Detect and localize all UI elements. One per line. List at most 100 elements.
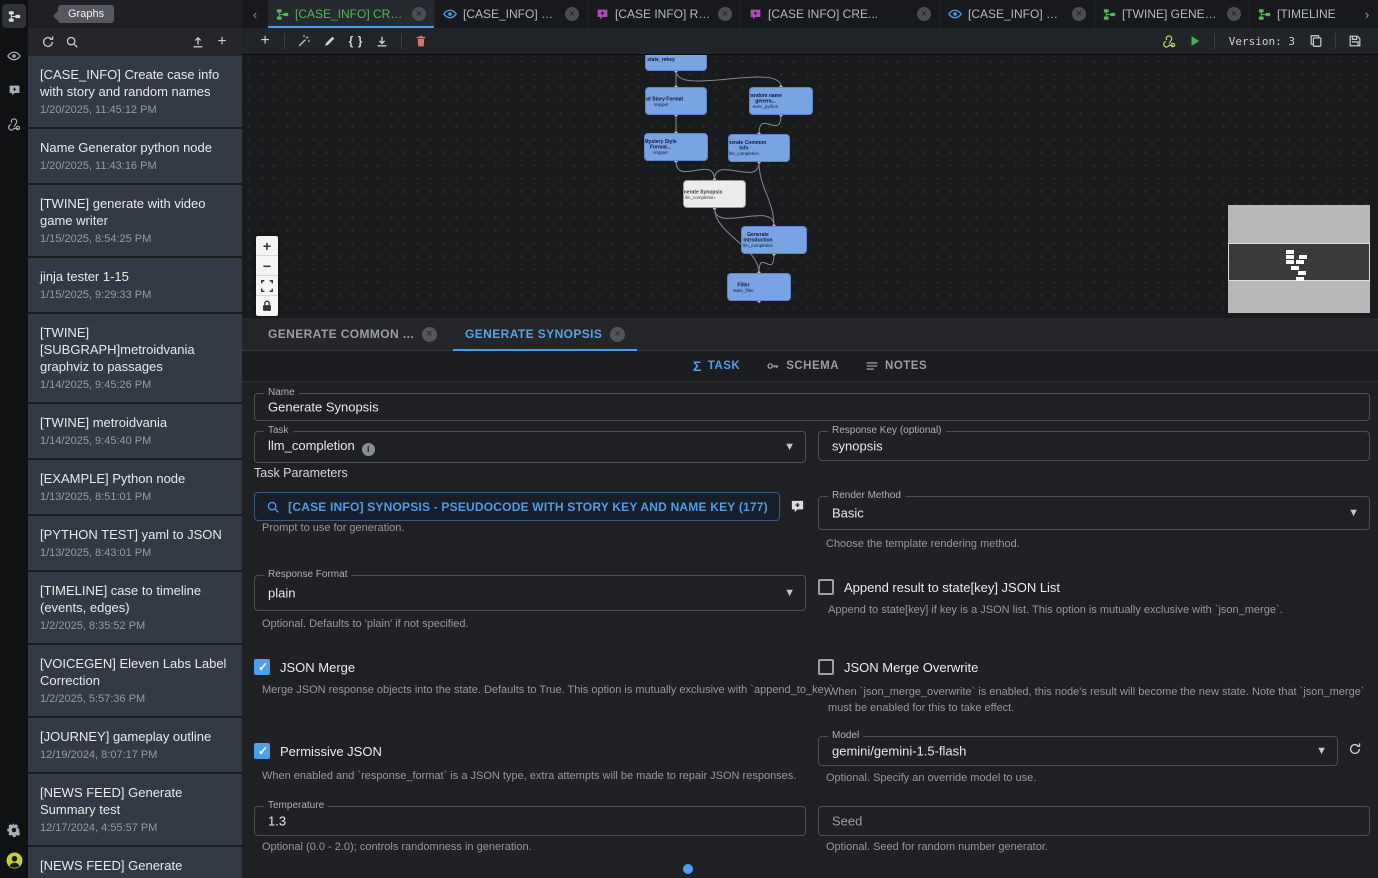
run-button[interactable] — [1182, 30, 1208, 52]
model-select[interactable]: Model gemini/gemini-1.5-flash ▼ — [818, 736, 1338, 766]
graph-node-state_rekey[interactable]: state_rekey — [645, 55, 707, 71]
info-icon[interactable]: i — [362, 443, 375, 456]
subtab-notes[interactable]: NOTES — [865, 359, 927, 373]
fit-view-button[interactable] — [256, 276, 278, 296]
download-button[interactable] — [369, 30, 395, 52]
add-graph-icon[interactable]: + — [210, 31, 234, 53]
close-icon[interactable]: × — [412, 7, 426, 21]
json-merge-overwrite-checkbox-row[interactable]: JSON Merge Overwrite — [818, 659, 978, 675]
zoom-in-button[interactable]: + — [256, 236, 278, 256]
graph-list-item[interactable]: [NEWS FEED] Generate Summary12/17/2024, … — [28, 847, 242, 878]
name-field[interactable]: Name Generate Synopsis — [254, 393, 1370, 421]
editor-tab[interactable]: [CASE_INFO] CRE...× — [940, 0, 1095, 28]
rail-hooks-icon[interactable] — [2, 112, 26, 136]
checkbox[interactable] — [818, 659, 834, 675]
graph-list-item[interactable]: [TWINE][SUBGRAPH]metroidvania graphviz t… — [28, 314, 242, 402]
webhook-button[interactable] — [1156, 30, 1182, 52]
close-icon[interactable]: × — [1072, 7, 1086, 21]
copy-icon[interactable] — [1303, 30, 1329, 52]
edit-button[interactable] — [317, 30, 343, 52]
graph-node-random_name[interactable]: random name genera...exec_python — [749, 87, 813, 115]
task-label: Task — [264, 425, 293, 436]
graph-list-item[interactable]: [CASE_INFO] Create case info with story … — [28, 56, 242, 127]
graph-list-item[interactable]: [JOURNEY] gameplay outline12/19/2024, 8:… — [28, 718, 242, 772]
prompt-comment-button[interactable] — [788, 497, 806, 515]
graph-item-title: [TWINE] generate with video game writer — [40, 195, 230, 229]
prompt-select-button[interactable]: [CASE INFO] SYNOPSIS - PSEUDOCODE WITH S… — [254, 492, 780, 521]
subtab-schema[interactable]: SCHEMA — [766, 359, 839, 373]
lock-button[interactable] — [256, 296, 278, 316]
editor-tab[interactable]: [CASE INFO] CRE...× — [741, 0, 940, 28]
scroll-indicator-dot[interactable] — [683, 864, 693, 874]
node-tabs: GENERATE COMMON ... × GENERATE SYNOPSIS … — [242, 318, 1378, 351]
node-label: Filterstate_filter — [727, 282, 767, 293]
tabs-scroll-left-icon[interactable]: ‹ — [242, 0, 268, 28]
graph-list-item[interactable]: jinja tester 1-151/15/2025, 9:29:33 PM — [28, 258, 242, 312]
close-icon[interactable]: × — [610, 327, 625, 342]
task-parameters-label: Task Parameters — [254, 466, 348, 480]
checkbox[interactable] — [818, 579, 834, 595]
zoom-out-button[interactable]: − — [256, 256, 278, 276]
key-icon — [766, 359, 780, 373]
graph-node-load_story[interactable]: Load Story Formatsnippet — [645, 87, 707, 115]
json-view-button[interactable]: { } — [343, 30, 369, 52]
close-icon[interactable]: × — [1227, 7, 1241, 21]
close-icon[interactable]: × — [422, 327, 437, 342]
graph-list-item[interactable]: [PYTHON TEST] yaml to JSON1/13/2025, 8:4… — [28, 516, 242, 570]
tabs-scroll-right-icon[interactable]: › — [1356, 0, 1378, 28]
rail-viewer-icon[interactable] — [2, 44, 26, 68]
graph-node-introduction[interactable]: Generate Introductionllm_completion — [741, 226, 807, 254]
editor-tabbar: ‹ [CASE_INFO] CRE...×[CASE_INFO] CRE...×… — [242, 0, 1378, 28]
graph-list-item[interactable]: [NEWS FEED] Generate Summary test12/17/2… — [28, 774, 242, 845]
editor-tab[interactable]: [CASE_INFO] CRE...× — [435, 0, 588, 28]
temperature-field[interactable]: Temperature 1.3 — [254, 806, 806, 836]
delete-button[interactable] — [408, 30, 434, 52]
editor-tab[interactable]: [TWINE] GENERAT...× — [1095, 0, 1250, 28]
json-merge-checkbox-row[interactable]: JSON Merge — [254, 659, 355, 675]
refresh-icon[interactable] — [36, 31, 60, 53]
graph-list-item[interactable]: [TIMELINE] case to timeline (events, edg… — [28, 572, 242, 643]
rail-graphs-icon[interactable] — [2, 4, 26, 28]
subtab-task[interactable]: ΣTASK — [693, 358, 740, 374]
task-select[interactable]: Task llm_completioni ▼ — [254, 431, 806, 463]
append-to-key-checkbox-row[interactable]: Append result to state[key] JSON List — [818, 579, 1060, 595]
graph-item-date: 12/19/2024, 8:07:17 PM — [40, 748, 230, 763]
permissive-json-checkbox-row[interactable]: Permissive JSON — [254, 743, 382, 759]
model-refresh-icon[interactable] — [1348, 742, 1362, 761]
rail-settings-icon[interactable] — [2, 818, 26, 842]
close-icon[interactable]: × — [917, 7, 931, 21]
add-node-button[interactable]: + — [252, 30, 278, 52]
editor-tab[interactable]: [CASE INFO] REVI...× — [588, 0, 741, 28]
graph-list-item[interactable]: [TWINE] metroidvania1/14/2025, 9:45:40 P… — [28, 404, 242, 458]
graph-node-synopsis[interactable]: Generate Synopsisllm_completion — [683, 180, 746, 208]
graph-list-item[interactable]: [VOICEGEN] Eleven Labs Label Correction1… — [28, 645, 242, 716]
graph-canvas[interactable]: + − state_rekey Load Story Formatsnippet r… — [242, 55, 1378, 318]
graph-node-mystery[interactable]: Mystery Style Format...snippet — [644, 133, 708, 161]
rail-prompts-icon[interactable] — [2, 78, 26, 102]
tab-generate-synopsis[interactable]: GENERATE SYNOPSIS × — [451, 318, 639, 351]
minimap[interactable] — [1228, 205, 1370, 313]
response-key-field[interactable]: Response Key (optional) synopsis — [818, 431, 1370, 461]
render-method-select[interactable]: Render Method Basic ▼ — [818, 496, 1370, 530]
graph-list-item[interactable]: [EXAMPLE] Python node1/13/2025, 8:51:01 … — [28, 460, 242, 514]
editor-tab[interactable]: [CASE_INFO] CRE...× — [268, 0, 435, 28]
graph-node-common_info[interactable]: Generate Common Infollm_completion — [728, 134, 790, 162]
close-icon[interactable]: × — [565, 7, 579, 21]
graph-list-item[interactable]: [TWINE] generate with video game writer1… — [28, 185, 242, 256]
graph-node-filter[interactable]: Filterstate_filter — [727, 273, 791, 301]
response-format-select[interactable]: Response Format plain ▼ — [254, 575, 806, 611]
close-icon[interactable]: × — [718, 7, 732, 21]
save-icon[interactable] — [1342, 30, 1368, 52]
auto-layout-button[interactable] — [291, 30, 317, 52]
tab-generate-common-info[interactable]: GENERATE COMMON ... × — [254, 318, 451, 351]
checkbox[interactable] — [254, 743, 270, 759]
subtab-label: TASK — [708, 360, 740, 372]
search-icon[interactable] — [60, 31, 84, 53]
graph-list: [CASE_INFO] Create case info with story … — [28, 56, 242, 878]
graph-list-item[interactable]: Name Generator python node1/20/2025, 11:… — [28, 129, 242, 183]
rail-account-icon[interactable] — [2, 848, 26, 872]
task-form: Name Generate Synopsis Task llm_completi… — [242, 382, 1378, 878]
checkbox[interactable] — [254, 659, 270, 675]
seed-field[interactable]: Seed — [818, 806, 1370, 836]
upload-icon[interactable] — [186, 31, 210, 53]
